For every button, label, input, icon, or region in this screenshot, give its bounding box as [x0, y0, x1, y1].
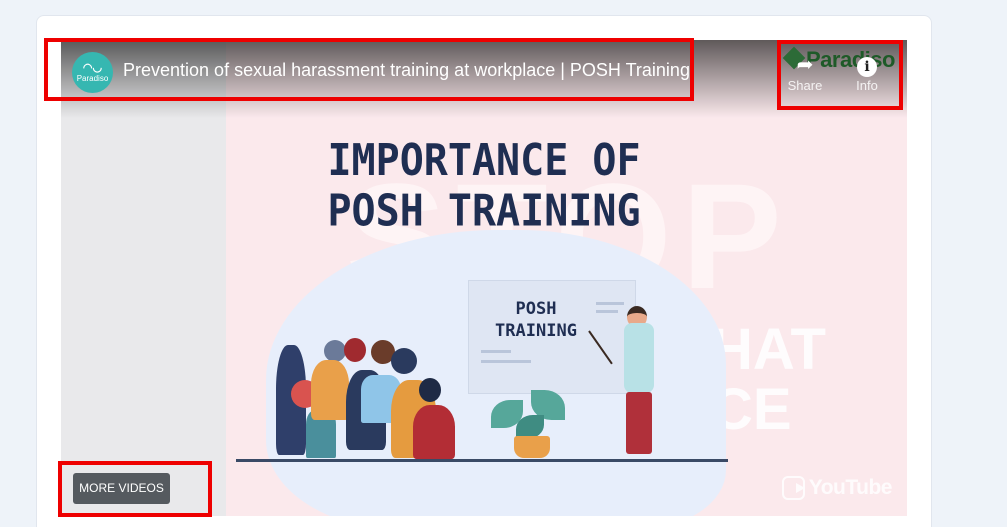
- highlight-more-videos-box: [58, 461, 212, 517]
- highlight-controls-box: [777, 40, 903, 110]
- audience-figure: [391, 348, 417, 374]
- highlight-title-box: [44, 38, 694, 101]
- video-player[interactable]: STOP HAT CE IMPORTANCE OF POSH TRAINING …: [61, 40, 907, 516]
- board-line: [481, 350, 511, 353]
- board-line: [596, 310, 618, 313]
- presenter-body: [624, 323, 654, 393]
- board-line: [596, 302, 624, 305]
- youtube-logo[interactable]: YouTube: [782, 474, 893, 502]
- training-board-text: POSH TRAINING: [495, 299, 577, 341]
- presenter-legs: [626, 392, 652, 454]
- thumbnail-headline: IMPORTANCE OF POSH TRAINING: [327, 135, 641, 237]
- audience-figure: [419, 378, 441, 402]
- youtube-play-icon: [782, 476, 805, 500]
- audience-figure: [311, 360, 349, 420]
- audience-figure: [413, 405, 455, 459]
- plant-pot: [514, 436, 550, 458]
- audience-figure: [344, 338, 366, 362]
- thumbnail-background-text: HAT CE: [711, 317, 826, 442]
- audience-figure: [324, 340, 346, 362]
- board-line: [481, 360, 531, 363]
- floor-line: [236, 459, 728, 462]
- youtube-logo-text: YouTube: [808, 476, 893, 499]
